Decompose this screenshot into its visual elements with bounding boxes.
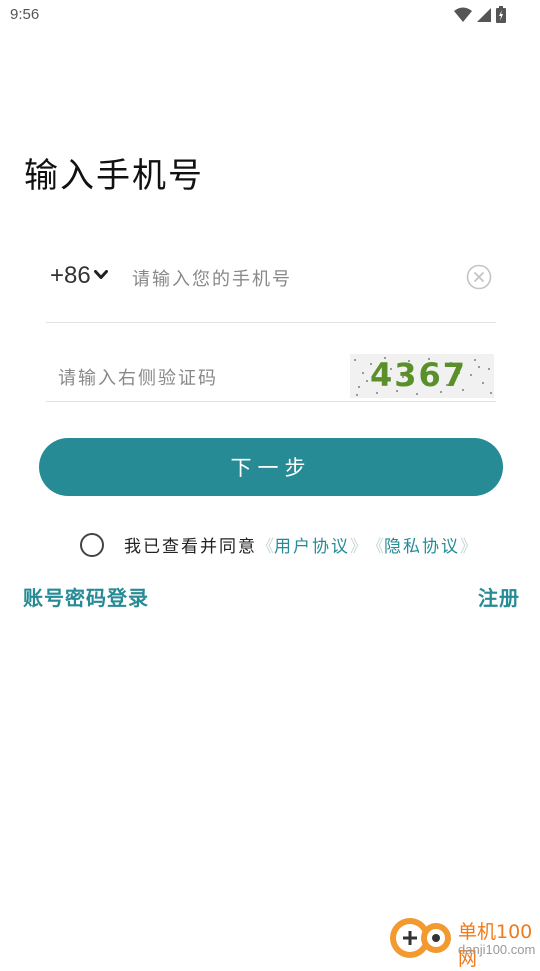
bracket-open: 《 <box>367 537 384 557</box>
privacy-policy-link[interactable]: 隐私协议 <box>384 532 460 557</box>
status-time: 9:56 <box>10 6 40 23</box>
captcha-input[interactable] <box>56 362 330 394</box>
watermark-logo <box>390 918 451 958</box>
battery-icon <box>496 6 506 23</box>
page-title: 输入手机号 <box>24 156 204 196</box>
watermark-url: danji100.com <box>458 942 536 957</box>
next-button[interactable]: 下一步 <box>39 438 503 496</box>
captcha-code: 4367 <box>370 356 468 394</box>
agreement-row: 我已查看并同意 《 用户协议 》 《 隐私协议 》 <box>80 532 477 557</box>
signal-icon <box>477 7 491 22</box>
country-code-selector[interactable]: +86 <box>50 262 91 290</box>
watermark: 单机100网 danji100.com <box>388 914 538 970</box>
bracket-open: 《 <box>257 537 274 557</box>
user-agreement-link[interactable]: 用户协议 <box>274 532 350 557</box>
wifi-icon <box>454 7 472 22</box>
captcha-row: 4367 <box>46 348 496 402</box>
chevron-down-icon[interactable] <box>94 270 108 280</box>
phone-input[interactable] <box>130 262 454 296</box>
register-link[interactable]: 注册 <box>478 582 520 611</box>
agreement-checkbox[interactable] <box>80 532 104 557</box>
agreement-text: 我已查看并同意 <box>124 537 257 557</box>
clear-icon[interactable] <box>466 264 492 290</box>
captcha-image[interactable]: 4367 <box>350 354 494 398</box>
bracket-close: 》 <box>350 537 367 557</box>
status-icons <box>454 6 506 23</box>
phone-row: +86 <box>46 252 496 323</box>
account-password-login-link[interactable]: 账号密码登录 <box>23 582 149 611</box>
status-bar: 9:56 <box>0 0 540 32</box>
bracket-close: 》 <box>460 537 477 557</box>
